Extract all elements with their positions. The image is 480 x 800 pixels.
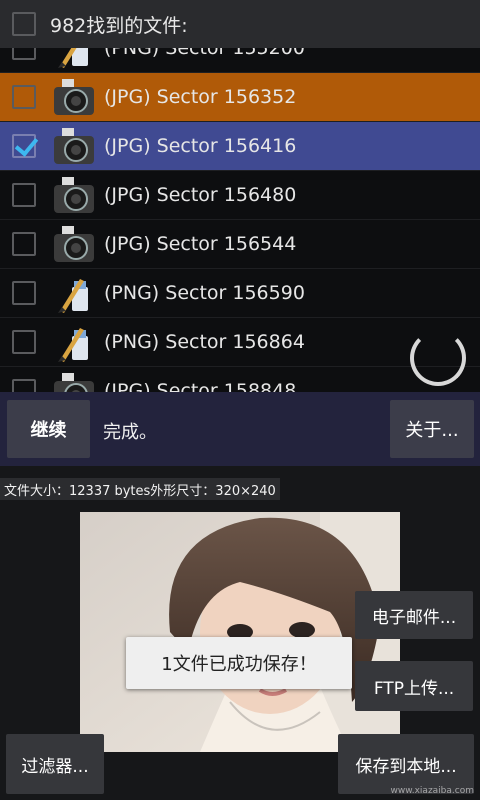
watermark: www.xiazaiba.com <box>390 786 474 796</box>
list-item[interactable]: (JPG) Sector 156544 <box>0 220 480 269</box>
preview-panel: 文件大小：12337 bytes外形尺寸：320×240 电子邮件... FTP… <box>0 466 480 800</box>
about-button[interactable]: 关于... <box>390 400 474 458</box>
camera-icon <box>54 79 94 115</box>
camera-icon <box>54 226 94 262</box>
status-bar: 继续 完成。 关于... <box>0 392 480 466</box>
item-checkbox[interactable] <box>12 379 36 392</box>
list-item[interactable]: (JPG) Sector 158848 <box>0 367 480 392</box>
list-item[interactable]: (PNG) Sector 156590 <box>0 269 480 318</box>
list-item[interactable]: (JPG) Sector 156416 <box>0 122 480 171</box>
file-name: (PNG) Sector 156590 <box>104 282 305 304</box>
file-info-label: 文件大小：12337 bytes外形尺寸：320×240 <box>0 478 280 500</box>
file-name: (JPG) Sector 158848 <box>104 380 297 392</box>
item-checkbox[interactable] <box>12 85 36 109</box>
file-name: (PNG) Sector 156864 <box>104 331 305 353</box>
loading-spinner-icon <box>410 330 466 386</box>
camera-icon <box>54 128 94 164</box>
item-checkbox[interactable] <box>12 183 36 207</box>
results-header: 982找到的文件: <box>0 0 480 48</box>
paintbrush-tube-icon <box>58 328 88 362</box>
image-preview <box>80 512 400 752</box>
save-local-button[interactable]: 保存到本地... <box>338 734 474 794</box>
status-text: 完成。 <box>103 422 157 443</box>
item-checkbox[interactable] <box>12 134 36 158</box>
list-item[interactable]: (JPG) Sector 156480 <box>0 171 480 220</box>
item-checkbox[interactable] <box>12 48 36 60</box>
ftp-upload-button[interactable]: FTP上传... <box>355 661 473 711</box>
file-name: (PNG) Sector 155200 <box>104 48 305 59</box>
email-button[interactable]: 电子邮件... <box>355 591 473 639</box>
file-name: (JPG) Sector 156480 <box>104 184 297 206</box>
paintbrush-tube-icon <box>58 48 88 68</box>
file-list[interactable]: (PNG) Sector 155200 (JPG) Sector 156352 … <box>0 48 480 392</box>
item-checkbox[interactable] <box>12 232 36 256</box>
results-count-title: 982找到的文件: <box>50 14 188 37</box>
file-name: (JPG) Sector 156416 <box>104 135 297 157</box>
camera-icon <box>54 373 94 392</box>
list-item[interactable]: (PNG) Sector 155200 <box>0 48 480 73</box>
continue-button[interactable]: 继续 <box>7 400 90 458</box>
save-success-toast: 1文件已成功保存！ <box>126 637 352 689</box>
filter-button[interactable]: 过滤器... <box>6 734 104 794</box>
item-checkbox[interactable] <box>12 330 36 354</box>
file-name: (JPG) Sector 156352 <box>104 86 297 108</box>
list-item[interactable]: (JPG) Sector 156352 <box>0 73 480 122</box>
file-name: (JPG) Sector 156544 <box>104 233 297 255</box>
item-checkbox[interactable] <box>12 281 36 305</box>
select-all-checkbox[interactable] <box>12 12 36 36</box>
camera-icon <box>54 177 94 213</box>
paintbrush-tube-icon <box>58 279 88 313</box>
list-item[interactable]: (PNG) Sector 156864 <box>0 318 480 367</box>
